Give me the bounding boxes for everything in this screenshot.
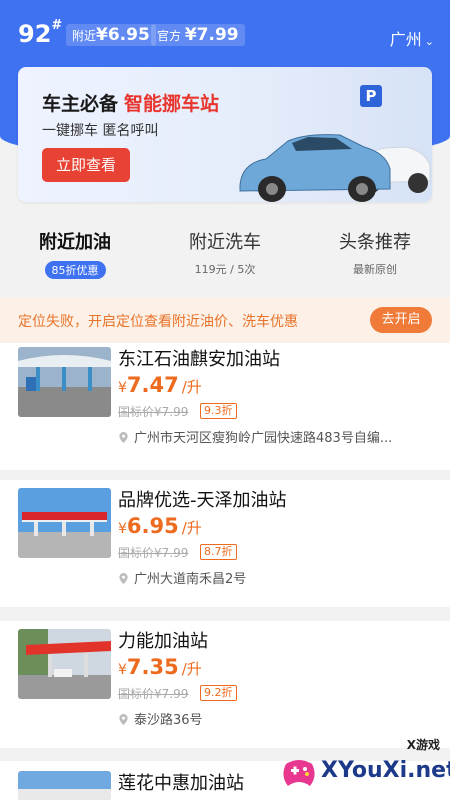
watermark-small-text: X游戏	[406, 738, 440, 752]
tab-nearby-fuel[interactable]: 附近加油 85折优惠	[0, 228, 150, 279]
price-currency: ¥	[118, 521, 127, 537]
station-name: 力能加油站	[118, 631, 208, 652]
location-pin-icon	[119, 714, 128, 725]
price-value: 7.35	[126, 655, 179, 679]
banner-title-main: 车主必备	[42, 93, 119, 115]
address-text: 广州市天河区瘦狗岭广园快速路483号自编...	[134, 431, 393, 446]
promo-banner[interactable]: 车主必备 智能挪车站 一键挪车 匿名呼叫 立即查看 P	[18, 67, 432, 202]
tab-headlines[interactable]: 头条推荐 最新原创	[300, 228, 450, 277]
tab-label: 头条推荐	[339, 232, 411, 253]
banner-subtitle: 一键挪车 匿名呼叫	[42, 123, 159, 139]
discount-badge: 9.3折	[200, 403, 237, 419]
banner-title: 车主必备 智能挪车站	[42, 89, 219, 116]
price-unit: /升	[181, 519, 202, 537]
station-address: 泰沙路36号	[118, 709, 438, 728]
location-pin-icon	[119, 432, 128, 443]
price-currency: ¥	[118, 380, 127, 396]
view-now-button[interactable]: 立即查看	[42, 148, 130, 182]
nearby-price-pill: 附近¥6.95	[66, 24, 156, 46]
station-price: ¥7.35/升	[118, 655, 202, 679]
address-text: 广州大道南禾昌2号	[134, 572, 247, 587]
discount-badge: 9.2折	[200, 685, 237, 701]
location-pin-icon	[119, 573, 128, 584]
fuel-grade-number: 92	[18, 20, 52, 48]
discount-badge: 8.7折	[200, 544, 237, 560]
site-watermark: X游戏 XYouXi.net	[276, 728, 450, 800]
official-price-pill: 官方 ¥7.99	[151, 24, 245, 46]
nearby-price-label: 附近	[72, 29, 97, 43]
station-photo	[18, 347, 111, 417]
price-unit: /升	[181, 660, 202, 678]
original-price: 国标价¥7.99	[118, 546, 189, 560]
original-price: 国标价¥7.99	[118, 405, 189, 419]
tab-label: 附近洗车	[189, 232, 261, 253]
station-price: ¥7.47/升	[118, 373, 202, 397]
station-name: 莲花中惠加油站	[118, 773, 244, 794]
city-selector[interactable]: 广州 ⌄	[390, 26, 434, 50]
watermark-main-text: XYouXi.net	[321, 758, 450, 783]
station-card[interactable]: 品牌优选-天泽加油站 ¥6.95/升 国标价¥7.99 8.7折 广州大道南禾昌…	[0, 480, 450, 607]
station-address: 广州大道南禾昌2号	[118, 568, 438, 587]
original-price: 国标价¥7.99	[118, 687, 189, 701]
station-name: 品牌优选-天泽加油站	[118, 490, 287, 511]
tab-sub-badge: 85折优惠	[44, 261, 106, 279]
price-value: 7.47	[126, 373, 179, 397]
category-tabs: 附近加油 85折优惠 附近洗车 119元 / 5次 头条推荐 最新原创	[0, 228, 450, 292]
gamepad-logo-icon	[283, 760, 315, 786]
official-price-value: ¥7.99	[184, 25, 239, 45]
notice-text: 定位失败，开启定位查看附近油价、洗车优惠	[18, 314, 298, 330]
city-name: 广州	[389, 30, 422, 49]
chevron-down-icon: ⌄	[424, 35, 434, 48]
nearby-price-value: ¥6.95	[96, 25, 150, 45]
price-value: 6.95	[126, 514, 179, 538]
station-photo	[18, 629, 111, 699]
fuel-grade-selector[interactable]: 92#	[18, 18, 63, 48]
location-notice: 定位失败，开启定位查看附近油价、洗车优惠 去开启	[0, 297, 450, 343]
address-text: 泰沙路36号	[134, 713, 203, 728]
price-unit: /升	[181, 378, 202, 396]
tab-sub-text: 最新原创	[353, 263, 397, 276]
tab-sub-text: 119元 / 5次	[194, 263, 256, 276]
tab-label: 附近加油	[39, 232, 111, 253]
price-currency: ¥	[118, 662, 127, 678]
fuel-grade-mark: #	[51, 18, 63, 33]
station-card[interactable]: 东江石油麒安加油站 ¥7.47/升 国标价¥7.99 9.3折 广州市天河区瘦狗…	[0, 343, 450, 470]
enable-location-button[interactable]: 去开启	[370, 307, 432, 333]
tab-nearby-carwash[interactable]: 附近洗车 119元 / 5次	[150, 228, 300, 277]
station-address: 广州市天河区瘦狗岭广园快速路483号自编...	[118, 427, 438, 446]
station-photo	[18, 771, 111, 800]
banner-title-highlight: 智能挪车站	[124, 93, 220, 115]
station-price: ¥6.95/升	[118, 514, 202, 538]
station-photo	[18, 488, 111, 558]
car-illustration	[239, 134, 431, 202]
official-price-label: 官方	[157, 29, 182, 43]
station-name: 东江石油麒安加油站	[118, 349, 280, 370]
